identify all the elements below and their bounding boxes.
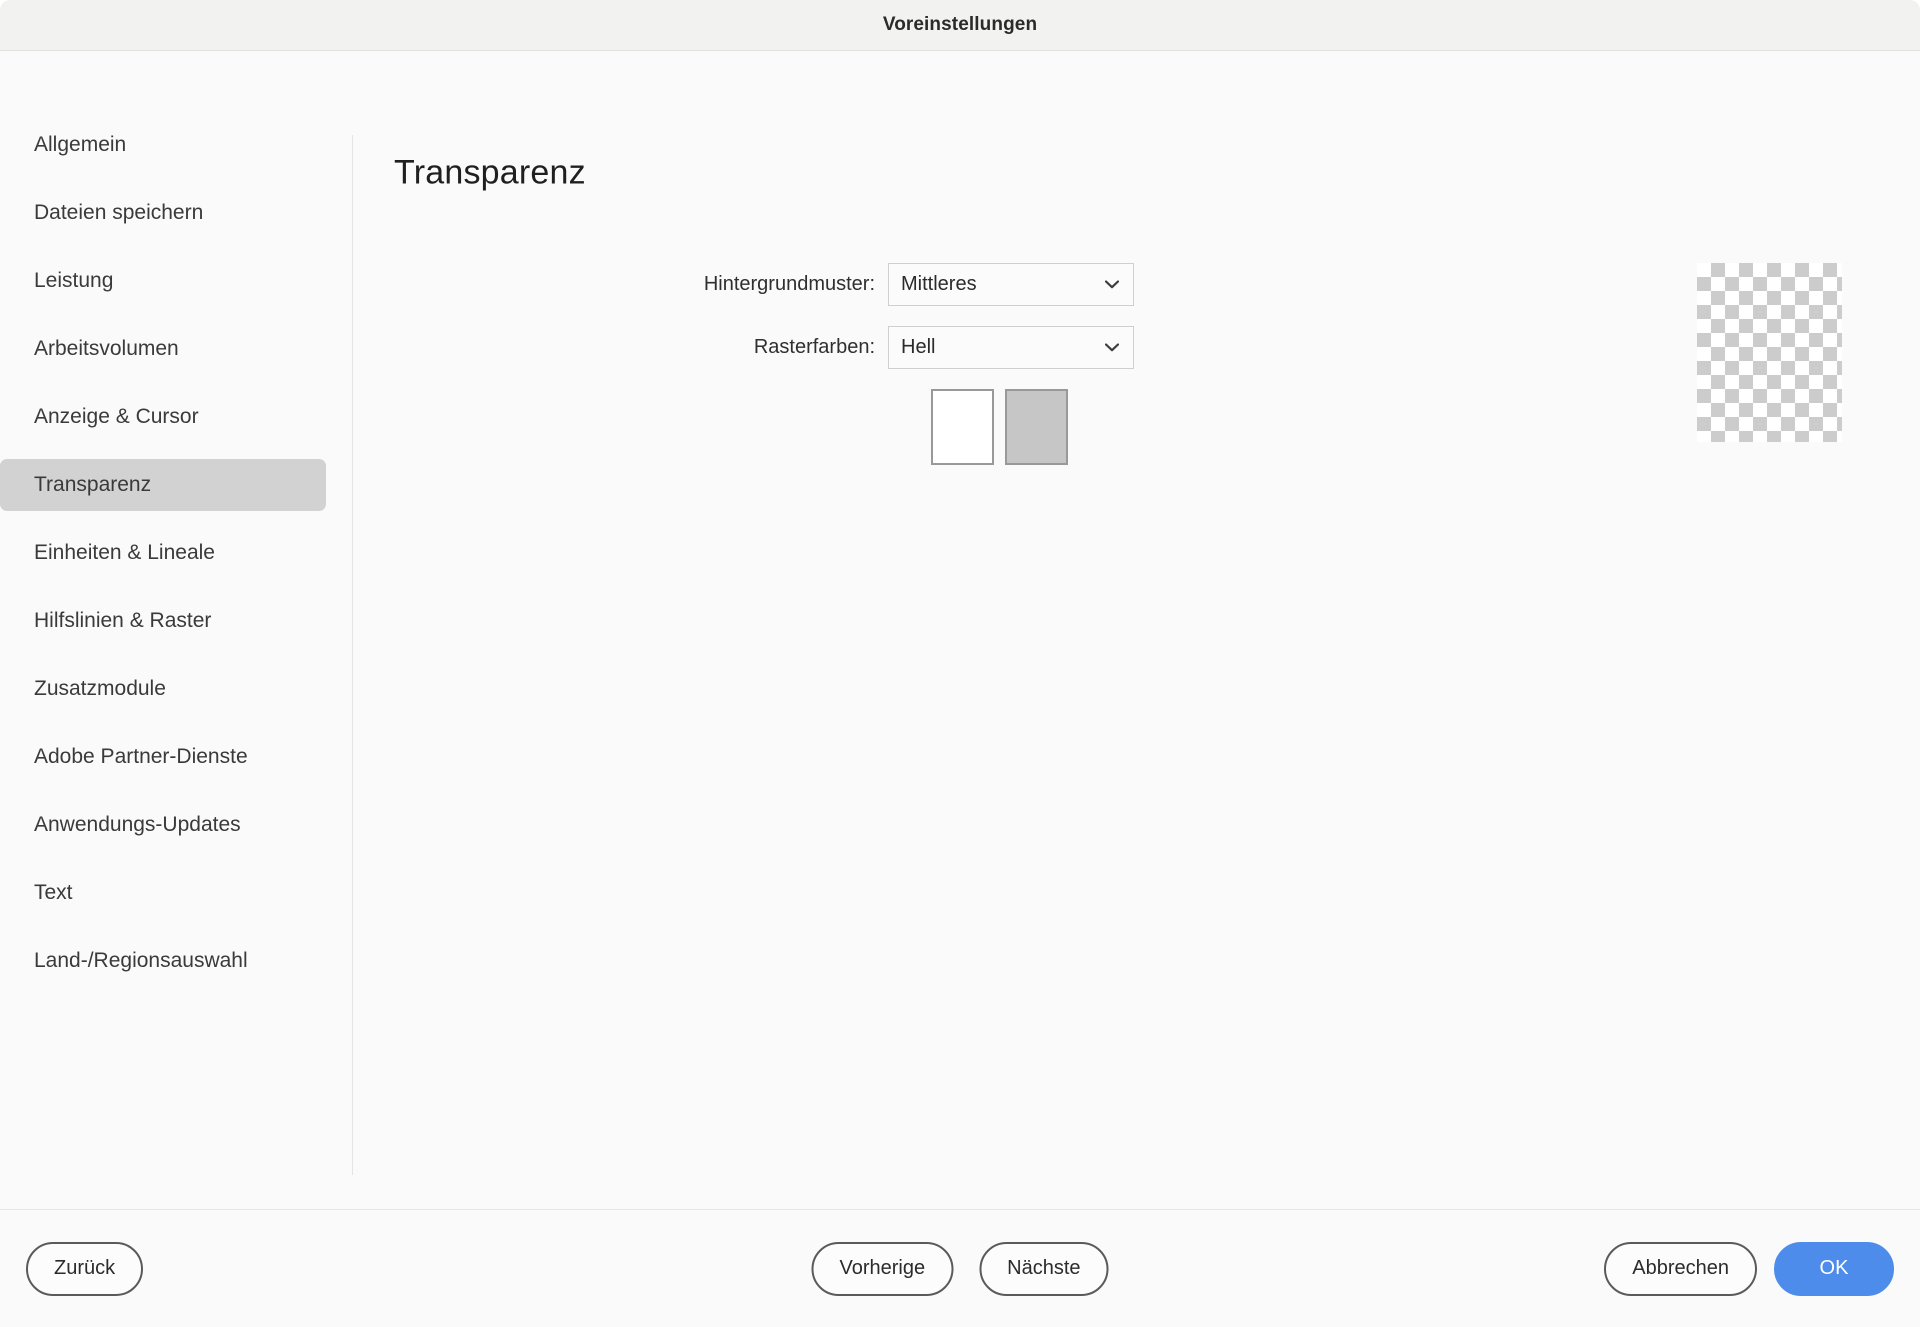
footer-left-group: Zurück xyxy=(26,1241,144,1296)
swatch-dark[interactable] xyxy=(1005,389,1068,465)
dialog-titlebar: Voreinstellungen xyxy=(0,0,1920,51)
preferences-dialog: Voreinstellungen Allgemein Dateien speic… xyxy=(0,0,1920,1327)
dialog-title: Voreinstellungen xyxy=(882,14,1038,35)
grid-color-swatches xyxy=(931,389,1134,465)
chevron-down-icon xyxy=(1104,277,1120,293)
swatch-light[interactable] xyxy=(931,389,994,465)
preferences-content: Transparenz Hintergrundmuster: Mittleres xyxy=(353,51,1920,1209)
preferences-sidebar: Allgemein Dateien speichern Leistung Arb… xyxy=(0,51,352,1209)
sidebar-item-label: Text xyxy=(34,881,73,904)
sidebar-item-label: Leistung xyxy=(34,269,114,292)
sidebar-item-label: Transparenz xyxy=(34,473,152,496)
footer-center-group: Vorherige Nächste xyxy=(811,1241,1109,1296)
ok-button[interactable]: OK xyxy=(1774,1241,1894,1296)
grid-size-row: Hintergrundmuster: Mittleres xyxy=(353,263,1134,306)
footer-right-group: Abbrechen OK xyxy=(1604,1241,1894,1296)
sidebar-item-label: Dateien speichern xyxy=(34,201,204,224)
sidebar-item-land-regionsauswahl[interactable]: Land-/Regionsauswahl xyxy=(0,935,326,987)
back-button[interactable]: Zurück xyxy=(26,1241,144,1296)
next-button[interactable]: Nächste xyxy=(979,1241,1109,1296)
previous-button[interactable]: Vorherige xyxy=(811,1241,954,1296)
grid-size-label: Hintergrundmuster: xyxy=(703,273,875,295)
dialog-body: Allgemein Dateien speichern Leistung Arb… xyxy=(0,51,1920,1209)
page-title: Transparenz xyxy=(394,153,586,192)
sidebar-item-text[interactable]: Text xyxy=(0,867,326,919)
sidebar-item-label: Einheiten & Lineale xyxy=(34,541,215,564)
sidebar-item-arbeitsvolumen[interactable]: Arbeitsvolumen xyxy=(0,323,326,375)
cancel-button[interactable]: Abbrechen xyxy=(1604,1241,1757,1296)
sidebar-item-hilfslinien-raster[interactable]: Hilfslinien & Raster xyxy=(0,595,326,647)
sidebar-item-label: Adobe Partner-Dienste xyxy=(34,745,248,768)
grid-size-value: Mittleres xyxy=(901,273,977,295)
sidebar-item-label: Arbeitsvolumen xyxy=(34,337,179,360)
sidebar-item-label: Allgemein xyxy=(34,133,127,156)
sidebar-item-label: Anzeige & Cursor xyxy=(34,405,199,428)
sidebar-item-dateien-speichern[interactable]: Dateien speichern xyxy=(0,187,326,239)
sidebar-item-leistung[interactable]: Leistung xyxy=(0,255,326,307)
sidebar-item-anwendungs-updates[interactable]: Anwendungs-Updates xyxy=(0,799,326,851)
grid-size-select[interactable]: Mittleres xyxy=(888,263,1134,306)
sidebar-item-label: Hilfslinien & Raster xyxy=(34,609,212,632)
sidebar-item-zusatzmodule[interactable]: Zusatzmodule xyxy=(0,663,326,715)
chevron-down-icon xyxy=(1104,340,1120,356)
sidebar-item-allgemein[interactable]: Allgemein xyxy=(0,119,326,171)
grid-colors-value: Hell xyxy=(901,336,936,358)
grid-colors-label: Rasterfarben: xyxy=(753,336,875,358)
sidebar-item-label: Land-/Regionsauswahl xyxy=(34,949,248,972)
transparency-settings-form: Hintergrundmuster: Mittleres Rasterfarbe… xyxy=(353,263,1134,465)
sidebar-item-adobe-partner-dienste[interactable]: Adobe Partner-Dienste xyxy=(0,731,326,783)
grid-colors-select[interactable]: Hell xyxy=(888,326,1134,369)
sidebar-item-einheiten-lineale[interactable]: Einheiten & Lineale xyxy=(0,527,326,579)
grid-colors-row: Rasterfarben: Hell xyxy=(353,326,1134,369)
sidebar-item-label: Anwendungs-Updates xyxy=(34,813,241,836)
sidebar-item-label: Zusatzmodule xyxy=(34,677,166,700)
transparency-grid-preview xyxy=(1697,263,1842,442)
sidebar-item-anzeige-cursor[interactable]: Anzeige & Cursor xyxy=(0,391,326,443)
dialog-footer: Zurück Vorherige Nächste Abbrechen OK xyxy=(0,1209,1920,1327)
sidebar-item-transparenz[interactable]: Transparenz xyxy=(0,459,326,511)
